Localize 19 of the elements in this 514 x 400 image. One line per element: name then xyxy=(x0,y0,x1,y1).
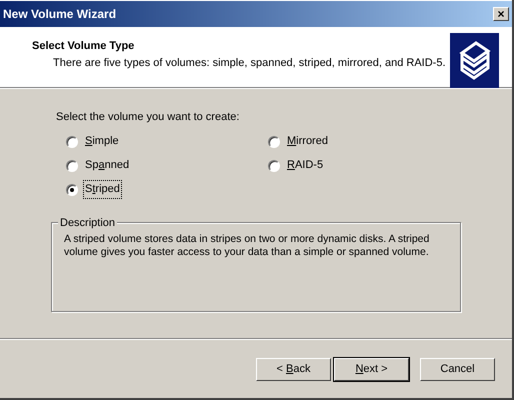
radio-button[interactable] xyxy=(66,184,78,196)
radio-label[interactable]: Spanned xyxy=(84,157,130,174)
header-title: Select Volume Type xyxy=(32,39,136,54)
dialog-button[interactable]: < Back xyxy=(256,358,331,381)
prompt-label: Select the volume you want to create: xyxy=(56,110,240,125)
close-button[interactable]: × xyxy=(493,7,509,21)
radio-button[interactable] xyxy=(66,160,78,172)
dialog-button[interactable]: Cancel xyxy=(420,358,495,381)
header-subtitle: There are five types of volumes: simple, spanned, striped, mirrored, and RAID-5. xyxy=(52,56,446,70)
dialog-button[interactable]: Next > xyxy=(334,358,409,381)
window-title: New Volume Wizard xyxy=(3,6,116,23)
radio-label[interactable]: RAID-5 xyxy=(286,157,324,174)
radio-label[interactable]: Simple xyxy=(84,133,120,150)
radio-label[interactable]: Mirrored xyxy=(286,133,329,150)
radio-label[interactable]: Striped xyxy=(84,181,121,198)
radio-button[interactable] xyxy=(268,160,280,172)
radio-button[interactable] xyxy=(268,136,280,148)
description-text: A striped volume stores data in stripes on two or more dynamic disks. A striped volume gives you faster access to your data than a simple or spanned volume. xyxy=(64,232,430,258)
radio-button[interactable] xyxy=(66,136,78,148)
